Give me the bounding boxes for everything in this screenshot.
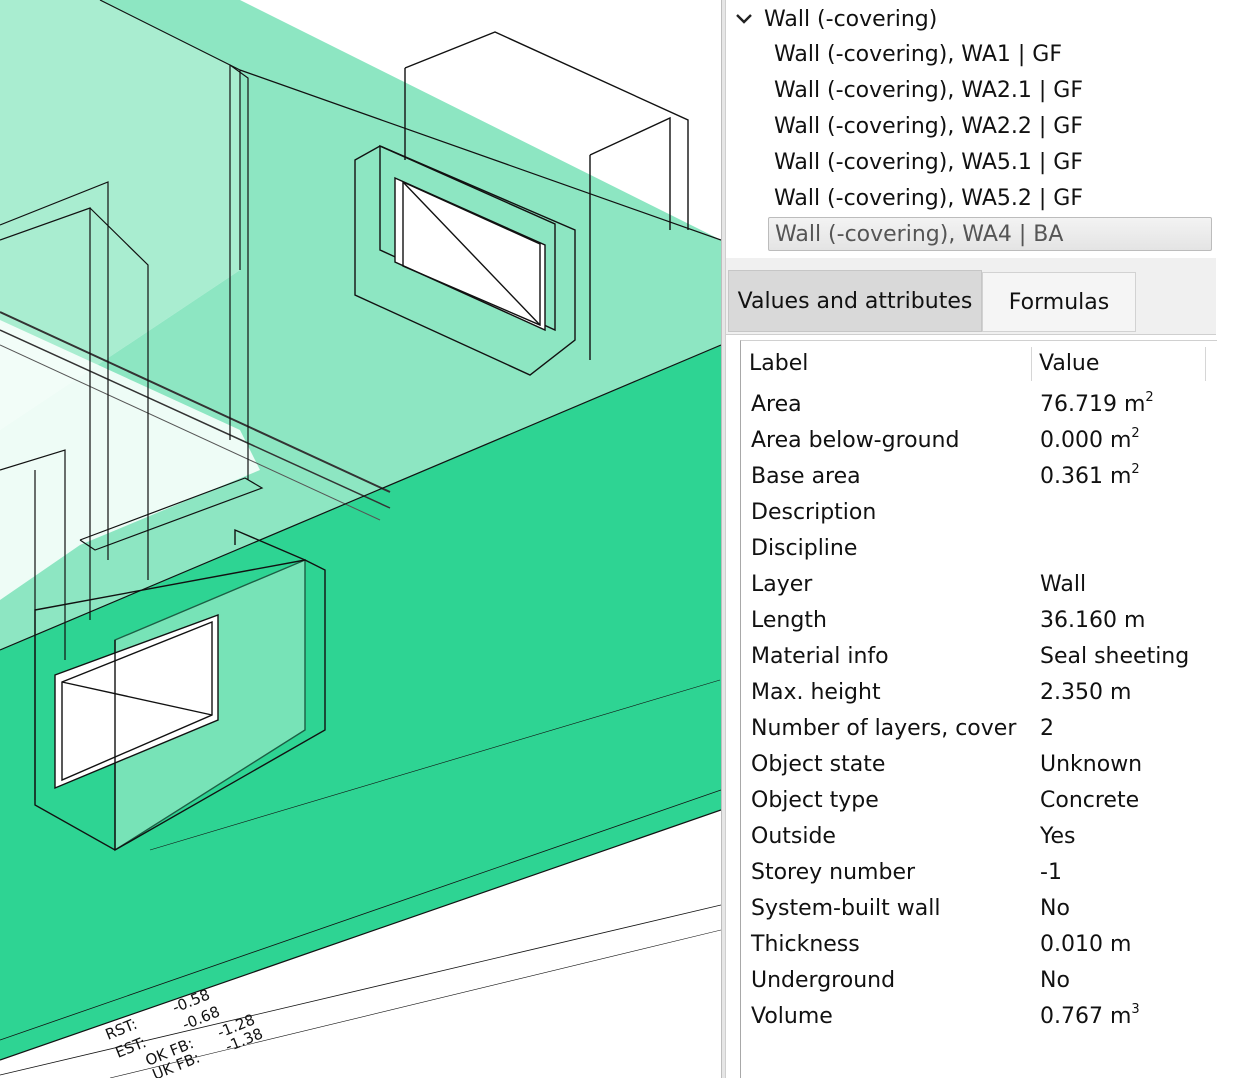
row-label: Max. height [751,680,881,705]
row-value-text: Yes [1040,824,1076,849]
table-row[interactable]: Description [741,495,1217,531]
chevron-down-icon[interactable] [734,9,754,29]
tab-formulas[interactable]: Formulas [982,272,1136,332]
tree-item[interactable]: Wall (-covering), WA5.2 | GF [768,182,1212,216]
row-value-text: 36.160 m [1040,608,1146,633]
table-row[interactable]: Area below-ground 0.000 m2 [741,423,1217,459]
row-value-text: 2.350 m [1040,680,1132,705]
row-value[interactable]: 0.010 m [1040,932,1131,957]
model-view[interactable]: RST: -0.58 EST: -0.68 OK FB: -1.28 UK FB… [0,0,721,1078]
tree-item[interactable]: Wall (-covering), WA5.1 | GF [768,146,1212,180]
tree-item-selected[interactable]: Wall (-covering), WA4 | BA [768,217,1212,251]
row-value[interactable]: 0.361 m2 [1040,462,1140,489]
row-label: Description [751,500,877,525]
table-row[interactable]: Object type Concrete [741,783,1217,819]
row-value[interactable]: 76.719 m2 [1040,390,1154,417]
row-value[interactable]: 2.350 m [1040,680,1131,705]
row-value-text: Seal sheeting [1040,644,1190,669]
row-value[interactable]: 2 [1040,716,1054,741]
row-value-text: Concrete [1040,788,1140,813]
column-divider[interactable] [1205,347,1206,381]
object-tree: Wall (-covering) Wall (-covering), WA1 |… [726,0,1216,256]
row-value-text: 76.719 m [1040,392,1146,417]
row-label: Layer [751,572,813,597]
row-value-text: 0.010 m [1040,932,1132,957]
row-label: Area below-ground [751,428,960,453]
row-value-text: Wall [1040,572,1087,597]
row-value-text: 0.361 m [1040,464,1132,489]
unit-exponent: 2 [1145,390,1154,405]
row-label: System-built wall [751,896,941,921]
row-label: Length [751,608,827,633]
row-label: Outside [751,824,836,849]
tree-item[interactable]: Wall (-covering), WA1 | GF [768,38,1212,72]
row-value-text: No [1040,896,1070,921]
row-label: Object state [751,752,886,777]
column-header-label[interactable]: Label [749,351,808,376]
row-label: Volume [751,1004,833,1029]
row-label: Material info [751,644,889,669]
row-value-text: -1 [1040,860,1062,885]
row-value[interactable]: No [1040,896,1070,921]
table-row[interactable]: Length 36.160 m [741,603,1217,639]
row-value[interactable]: Unknown [1040,752,1142,777]
row-label: Thickness [751,932,860,957]
tree-item[interactable]: Wall (-covering), WA2.1 | GF [768,74,1212,108]
row-value[interactable]: -1 [1040,860,1062,885]
table-row[interactable]: Object state Unknown [741,747,1217,783]
row-label: Storey number [751,860,916,885]
column-divider[interactable] [1031,347,1032,381]
tree-item[interactable]: Wall (-covering), WA2.2 | GF [768,110,1212,144]
table-header: Label Value [741,341,1217,385]
row-value[interactable]: Yes [1040,824,1076,849]
row-value-text: 2 [1040,716,1054,741]
row-value[interactable]: Concrete [1040,788,1139,813]
table-row[interactable]: System-built wall No [741,891,1217,927]
table-row[interactable]: Volume 0.767 m3 [741,999,1217,1035]
row-value[interactable]: 0.000 m2 [1040,426,1140,453]
row-value[interactable]: Seal sheeting [1040,644,1189,669]
row-label: Base area [751,464,861,489]
row-value[interactable]: 36.160 m [1040,608,1145,633]
table-row[interactable]: Material info Seal sheeting [741,639,1217,675]
unit-exponent: 2 [1131,426,1140,441]
table-row[interactable]: Thickness 0.010 m [741,927,1217,963]
row-value[interactable]: 0.767 m3 [1040,1002,1140,1029]
properties-panel: Wall (-covering) Wall (-covering), WA1 |… [726,0,1252,1078]
table-row[interactable]: Layer Wall [741,567,1217,603]
3d-viewport[interactable]: RST: -0.58 EST: -0.68 OK FB: -1.28 UK FB… [0,0,721,1078]
table-row[interactable]: Discipline [741,531,1217,567]
row-label: Object type [751,788,879,813]
row-value[interactable]: Wall [1040,572,1086,597]
row-value-text: Unknown [1040,752,1143,777]
table-row[interactable]: Storey number -1 [741,855,1217,891]
table-row[interactable]: Number of layers, cover 2 [741,711,1217,747]
table-row[interactable]: Base area 0.361 m2 [741,459,1217,495]
table-row[interactable]: Area 76.719 m2 [741,387,1217,423]
attributes-table: Label Value Area 76.719 m2 Area below-grou… [740,340,1217,1078]
tab-values-and-attributes[interactable]: Values and attributes [728,270,982,332]
tree-root-label: Wall (-covering) [764,6,938,32]
row-value[interactable]: No [1040,968,1070,993]
tab-bar: Values and attributes Formulas [726,258,1216,335]
table-row[interactable]: Max. height 2.350 m [741,675,1217,711]
table-row[interactable]: Underground No [741,963,1217,999]
row-value-text: 0.767 m [1040,1004,1132,1029]
unit-exponent: 3 [1131,1002,1140,1017]
row-label: Discipline [751,536,858,561]
column-header-value[interactable]: Value [1039,351,1099,376]
row-label: Area [751,392,802,417]
unit-exponent: 2 [1131,462,1140,477]
table-row[interactable]: Outside Yes [741,819,1217,855]
tree-root-node[interactable]: Wall (-covering) [734,2,937,36]
row-value-text: No [1040,968,1070,993]
row-label: Underground [751,968,896,993]
row-label: Number of layers, cover [751,716,1017,741]
row-value-text: 0.000 m [1040,428,1132,453]
